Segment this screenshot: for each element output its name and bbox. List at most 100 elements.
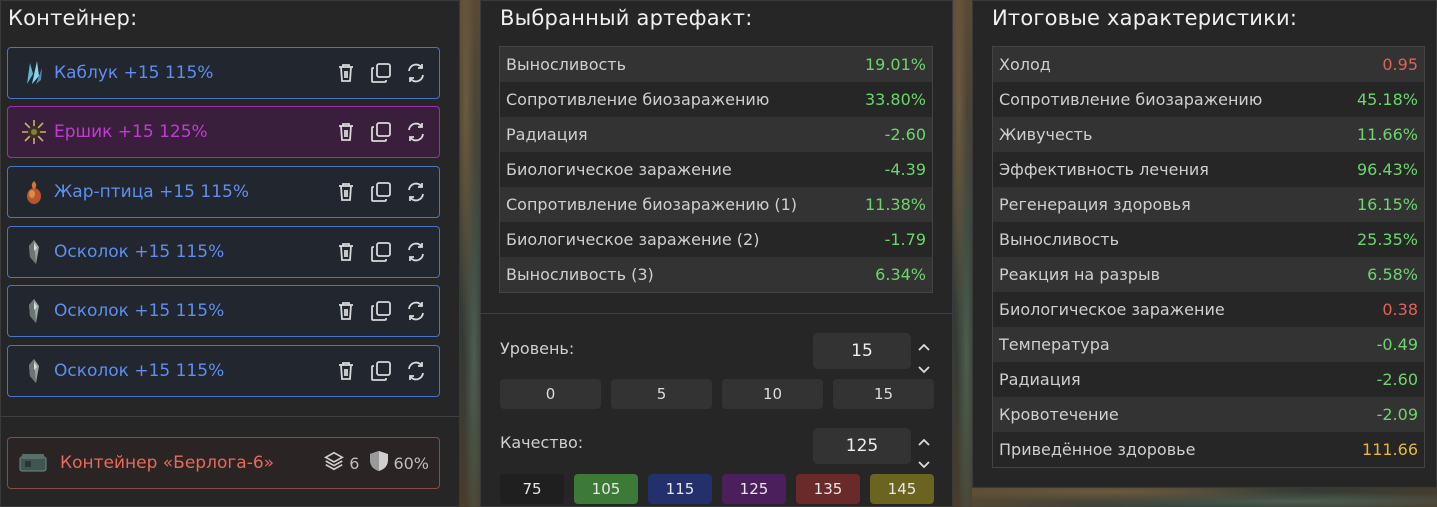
- background-scenery: [972, 488, 1437, 507]
- artifact-card[interactable]: Осколок +15 115%: [7, 226, 440, 278]
- firebird-icon: [21, 179, 47, 205]
- copy-icon[interactable]: [370, 241, 392, 263]
- artifact-card-actions: [335, 62, 427, 84]
- urchin-icon: [21, 119, 47, 145]
- level-spinner: [916, 336, 932, 378]
- total-stats-title: Итоговые характеристики:: [992, 6, 1298, 30]
- stat-row: Реакция на разрыв 6.58%: [993, 257, 1424, 292]
- trash-icon[interactable]: [335, 241, 357, 263]
- level-preset-button[interactable]: 0: [500, 379, 601, 409]
- copy-icon[interactable]: [370, 181, 392, 203]
- total-stats-table: Холод 0.95 Сопротивление биозаражению 45.18…: [992, 46, 1425, 468]
- quality-preset-button[interactable]: 115: [648, 474, 712, 504]
- artifact-card-actions: [335, 360, 427, 382]
- stat-name: Биологическое заражение (2): [506, 230, 760, 249]
- stat-value: 0.38: [1382, 300, 1418, 319]
- quality-presets: 75 105 115 125 135 145: [500, 474, 934, 504]
- container-card[interactable]: Контейнер «Берлога-6» 6 60%: [7, 437, 440, 489]
- copy-icon[interactable]: [370, 62, 392, 84]
- artifact-card-actions: [335, 181, 427, 203]
- stat-row: Регенерация здоровья 16.15%: [993, 187, 1424, 222]
- trash-icon[interactable]: [335, 360, 357, 382]
- refresh-icon[interactable]: [405, 62, 427, 84]
- crystal-icon: [21, 60, 47, 86]
- trash-icon[interactable]: [335, 62, 357, 84]
- trash-icon[interactable]: [335, 121, 357, 143]
- quality-preset-button[interactable]: 105: [574, 474, 638, 504]
- artifact-card-label: Осколок +15 115%: [54, 301, 225, 321]
- stat-row: Сопротивление биозаражению 33.80%: [500, 82, 932, 117]
- artifact-card[interactable]: Осколок +15 115%: [7, 285, 440, 337]
- divider: [0, 416, 460, 417]
- stat-name: Биологическое заражение: [999, 300, 1225, 319]
- stat-value: 11.66%: [1356, 125, 1418, 144]
- stat-name: Реакция на разрыв: [999, 265, 1160, 284]
- artifact-card[interactable]: Осколок +15 115%: [7, 345, 440, 397]
- stat-name: Приведённое здоровье: [999, 440, 1196, 459]
- level-preset-button[interactable]: 10: [722, 379, 823, 409]
- chevron-up-icon[interactable]: [918, 336, 930, 355]
- refresh-icon[interactable]: [405, 241, 427, 263]
- container-protection: 60%: [369, 450, 429, 476]
- stat-row: Кровотечение -2.09: [993, 397, 1424, 432]
- stat-row: Выносливость 19.01%: [500, 47, 932, 82]
- artifact-card-label: Каблук +15 115%: [54, 63, 214, 83]
- copy-icon[interactable]: [370, 360, 392, 382]
- stat-name: Радиация: [506, 125, 588, 144]
- stat-row: Биологическое заражение (2) -1.79: [500, 222, 932, 257]
- artifact-card-label: Осколок +15 115%: [54, 242, 225, 262]
- quality-preset-button[interactable]: 135: [796, 474, 860, 504]
- chevron-up-icon[interactable]: [918, 431, 930, 450]
- trash-icon[interactable]: [335, 181, 357, 203]
- refresh-icon[interactable]: [405, 360, 427, 382]
- quality-preset-button[interactable]: 145: [870, 474, 934, 504]
- selected-artifact-title: Выбранный артефакт:: [500, 6, 753, 30]
- stat-name: Эффективность лечения: [999, 160, 1209, 179]
- quality-preset-button[interactable]: 125: [722, 474, 786, 504]
- refresh-icon[interactable]: [405, 121, 427, 143]
- stat-name: Сопротивление биозаражению (1): [506, 195, 798, 214]
- quality-spinner: [916, 431, 932, 473]
- artifact-stats-table: Выносливость 19.01% Сопротивление биозараж…: [499, 46, 933, 293]
- stat-name: Температура: [999, 335, 1110, 354]
- shard-icon: [21, 358, 47, 384]
- stat-name: Выносливость: [999, 230, 1120, 249]
- copy-icon[interactable]: [370, 121, 392, 143]
- layers-icon: [323, 450, 345, 476]
- stat-value: 0.95: [1382, 55, 1418, 74]
- chevron-down-icon[interactable]: [918, 454, 930, 473]
- stat-value: 25.35%: [1356, 230, 1418, 249]
- stat-value: -4.39: [884, 160, 926, 179]
- stat-row: Сопротивление биозаражению 45.18%: [993, 82, 1424, 117]
- copy-icon[interactable]: [370, 300, 392, 322]
- chevron-down-icon[interactable]: [918, 359, 930, 378]
- artifact-card[interactable]: Каблук +15 115%: [7, 47, 440, 99]
- stat-name: Живучесть: [999, 125, 1093, 144]
- stat-row: Живучесть 11.66%: [993, 117, 1424, 152]
- stat-row: Температура -0.49: [993, 327, 1424, 362]
- quality-input[interactable]: 125: [813, 428, 911, 464]
- stat-value: 6.34%: [875, 265, 926, 284]
- artifact-card-label: Ершик +15 125%: [54, 122, 208, 142]
- refresh-icon[interactable]: [405, 300, 427, 322]
- stat-value: 96.43%: [1356, 160, 1418, 179]
- shard-icon: [21, 239, 47, 265]
- stat-row: Радиация -2.60: [500, 117, 932, 152]
- quality-preset-button[interactable]: 75: [500, 474, 564, 504]
- artifact-card[interactable]: Жар-птица +15 115%: [7, 166, 440, 218]
- selected-artifact-panel: Выбранный артефакт: Выносливость 19.01% Со…: [480, 0, 953, 507]
- level-input[interactable]: 15: [813, 333, 911, 369]
- refresh-icon[interactable]: [405, 181, 427, 203]
- stat-name: Выносливость (3): [506, 265, 654, 284]
- container-box-icon: [18, 450, 48, 476]
- level-preset-button[interactable]: 5: [611, 379, 712, 409]
- level-preset-button[interactable]: 15: [833, 379, 934, 409]
- artifact-card[interactable]: Ершик +15 125%: [7, 106, 440, 158]
- stat-name: Регенерация здоровья: [999, 195, 1191, 214]
- stat-row: Холод 0.95: [993, 47, 1424, 82]
- container-slots-value: 6: [349, 453, 360, 473]
- trash-icon[interactable]: [335, 300, 357, 322]
- level-label: Уровень:: [500, 339, 575, 358]
- shard-icon: [21, 298, 47, 324]
- stat-value: 16.15%: [1356, 195, 1418, 214]
